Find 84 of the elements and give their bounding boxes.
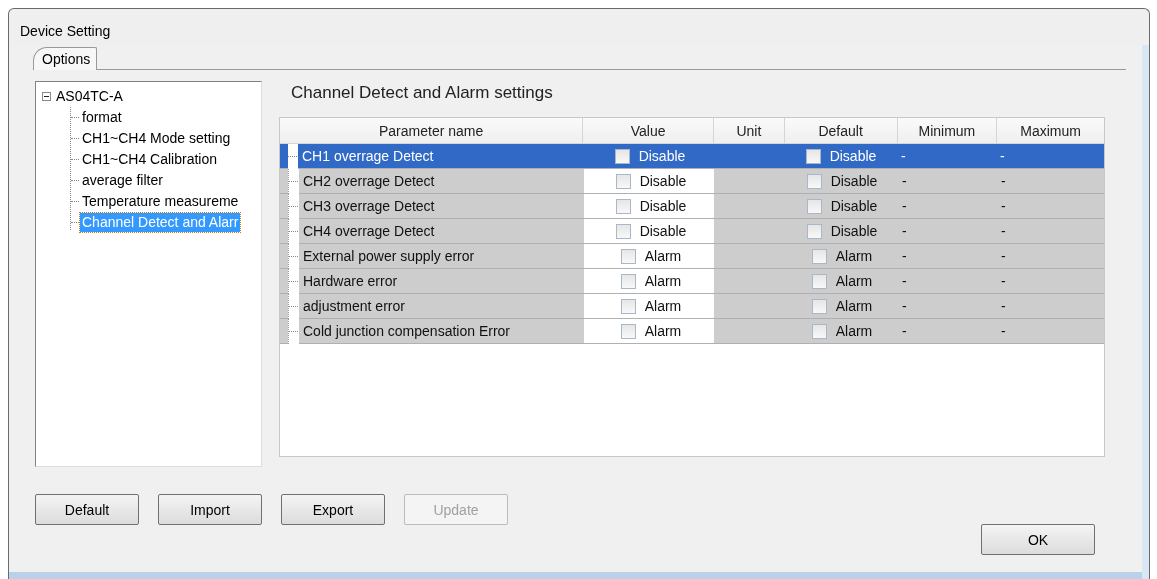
table-cell-text: Hardware error [302, 272, 399, 291]
dialog-button[interactable]: Export [281, 494, 385, 525]
checkbox[interactable] [811, 323, 827, 339]
table-cell-text: - [901, 322, 908, 341]
checkbox-label: Alarm [835, 248, 873, 264]
checkbox-label: Disable [830, 223, 878, 239]
column-header[interactable]: Parameter name [280, 118, 584, 143]
column-header[interactable]: Value [583, 118, 714, 143]
checkbox-label: Disable [639, 223, 687, 239]
tree-item[interactable]: AS04TC-A [54, 87, 125, 106]
tree-item[interactable]: format [80, 108, 124, 127]
table-row[interactable]: CH4 overrage Detect Disable Disable - - [280, 219, 1104, 244]
table-cell-text: - [901, 272, 908, 291]
table-cell-text: Cold junction compensation Error [302, 322, 511, 341]
tree-item[interactable]: average filter [80, 171, 165, 190]
table-cell-text: - [999, 147, 1006, 166]
checkbox[interactable] [805, 148, 821, 164]
checkbox[interactable] [620, 273, 636, 289]
table-cell-text: - [1000, 172, 1007, 191]
panel-title: Channel Detect and Alarm settings [290, 82, 554, 104]
table-cell-text: - [901, 247, 908, 266]
tree-item[interactable]: CH1~CH4 Calibration [80, 150, 219, 169]
tree-item[interactable]: CH1~CH4 Mode setting [80, 129, 233, 148]
checkbox-label: Disable [638, 148, 686, 164]
table-cell-text: - [1000, 222, 1007, 241]
checkbox[interactable] [614, 148, 630, 164]
checkbox-label: Disable [639, 198, 687, 214]
checkbox[interactable] [811, 298, 827, 314]
checkbox[interactable] [615, 198, 631, 214]
checkbox-label: Disable [829, 148, 877, 164]
table-cell-text: CH4 overrage Detect [302, 222, 436, 241]
checkbox[interactable] [811, 273, 827, 289]
checkbox-label: Alarm [835, 273, 873, 289]
table-row[interactable]: CH3 overrage Detect Disable Disable - - [280, 194, 1104, 219]
table-cell-text: CH3 overrage Detect [302, 197, 436, 216]
checkbox-label: Disable [830, 173, 878, 189]
options-tab[interactable]: Options [33, 47, 98, 70]
table-row[interactable]: Cold junction compensation Error Alarm Alarm - - [280, 319, 1104, 344]
table-row[interactable]: CH1 overrage Detect Disable Disable - - [280, 144, 1104, 169]
dialog-button[interactable]: Import [158, 494, 262, 525]
checkbox-label: Alarm [644, 298, 682, 314]
dialog-button[interactable]: Default [35, 494, 139, 525]
table-cell-text: - [901, 172, 908, 191]
checkbox-label: Disable [639, 173, 687, 189]
table-cell-text: - [1000, 272, 1007, 291]
ok-button[interactable]: OK [981, 524, 1095, 555]
checkbox[interactable] [615, 223, 631, 239]
checkbox[interactable] [806, 223, 822, 239]
table-cell-text: - [900, 147, 907, 166]
column-header[interactable]: Minimum [897, 118, 998, 143]
column-header[interactable]: Default [784, 118, 898, 143]
checkbox[interactable] [806, 198, 822, 214]
table-cell-text: - [1000, 322, 1007, 341]
checkbox-label: Alarm [644, 323, 682, 339]
collapse-icon[interactable] [42, 92, 51, 101]
window-title: Device Setting [20, 23, 111, 39]
checkbox[interactable] [620, 323, 636, 339]
checkbox-label: Disable [830, 198, 878, 214]
column-header[interactable]: Unit [713, 118, 785, 143]
checkbox-label: Alarm [835, 323, 873, 339]
table-row[interactable]: adjustment error Alarm Alarm - - [280, 294, 1104, 319]
table-cell-text: - [901, 222, 908, 241]
table-cell-text: - [1000, 197, 1007, 216]
table-cell-text: External power supply error [302, 247, 476, 266]
checkbox[interactable] [615, 173, 631, 189]
table-cell-text: - [901, 197, 908, 216]
table-cell-text: adjustment error [302, 297, 406, 316]
checkbox-label: Alarm [644, 248, 682, 264]
table-cell-text: - [1000, 297, 1007, 316]
checkbox[interactable] [620, 248, 636, 264]
checkbox[interactable] [806, 173, 822, 189]
table-cell-text: CH2 overrage Detect [302, 172, 436, 191]
table-cell-text: - [1000, 247, 1007, 266]
checkbox[interactable] [620, 298, 636, 314]
table-cell-text: CH1 overrage Detect [301, 147, 435, 166]
checkbox-label: Alarm [644, 273, 682, 289]
column-header[interactable]: Maximum [997, 118, 1104, 143]
tree-item[interactable]: Temperature measureme [80, 192, 241, 211]
checkbox-label: Alarm [835, 298, 873, 314]
checkbox[interactable] [811, 248, 827, 264]
table-row[interactable]: External power supply error Alarm Alarm - - [280, 244, 1104, 269]
table-cell-text: - [901, 297, 908, 316]
table-row[interactable]: Hardware error Alarm Alarm - - [280, 269, 1104, 294]
table-row[interactable]: CH2 overrage Detect Disable Disable - - [280, 169, 1104, 194]
